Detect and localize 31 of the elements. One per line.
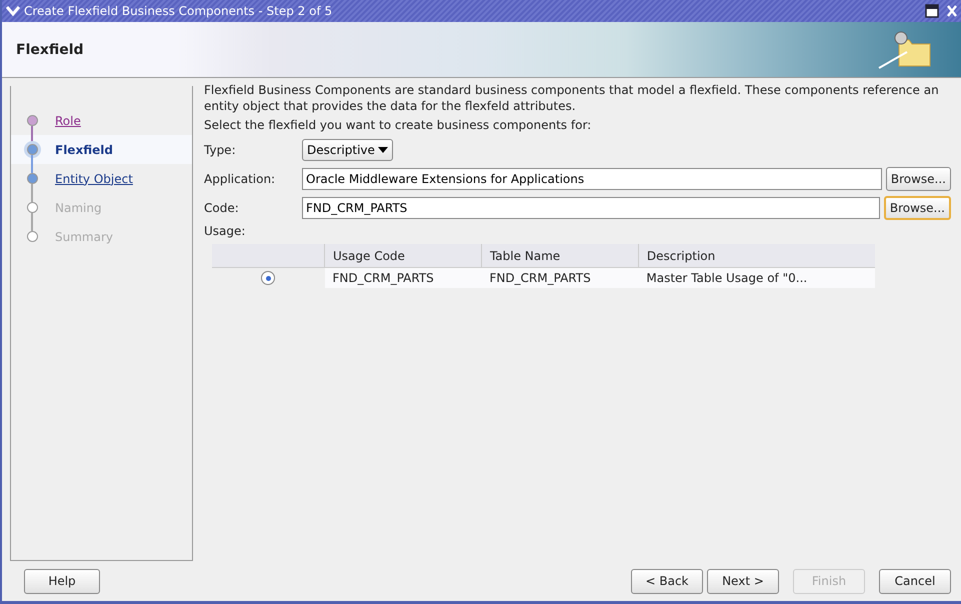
usage-label: Usage: [204,224,246,238]
close-icon[interactable] [945,4,959,18]
application-field[interactable]: Oracle Middleware Extensions for Applications [302,168,882,190]
table-cell: FND_CRM_PARTS [481,268,638,288]
table-cell: Master Table Usage of "0... [638,268,875,288]
browse-button[interactable]: Browse... [884,196,951,220]
table-cell: FND_CRM_PARTS [324,268,482,288]
browse-button[interactable]: Browse... [886,166,951,190]
step-link[interactable]: Flexfield [55,142,113,156]
intro-text: Flexfield Business Components are standard business components that model a flexfield. These components reference an entity object that provides the data for the flexfeld attributes. [204,82,940,114]
next-button[interactable]: Next > [707,568,779,594]
step-link[interactable]: Role [55,114,81,128]
code-label: Code: [204,200,240,214]
prompt-text: Select the flexfield you want to create business components for: [204,118,592,132]
step-link[interactable]: Entity Object [55,172,133,186]
window-title: Create Flexfield Business Components - Step 2 of 5 [24,4,334,18]
chevron-icon[interactable] [6,6,20,16]
column-header[interactable]: Usage Code [324,244,482,268]
code-field[interactable]: FND_CRM_PARTS [302,196,880,218]
type-dropdown[interactable]: Descriptive [302,138,393,160]
application-label: Application: [204,172,276,186]
radio-button[interactable] [261,271,276,286]
maximize-icon[interactable] [925,4,939,18]
page-title: Flexfield [16,42,85,58]
column-header[interactable]: Description [638,244,875,268]
cancel-button[interactable]: Cancel [879,568,951,594]
help-button[interactable]: Help [24,568,100,594]
caret-icon [378,146,388,152]
column-header[interactable]: Table Name [481,244,638,268]
type-label: Type: [204,142,237,156]
back-button[interactable]: < Back [631,568,703,594]
